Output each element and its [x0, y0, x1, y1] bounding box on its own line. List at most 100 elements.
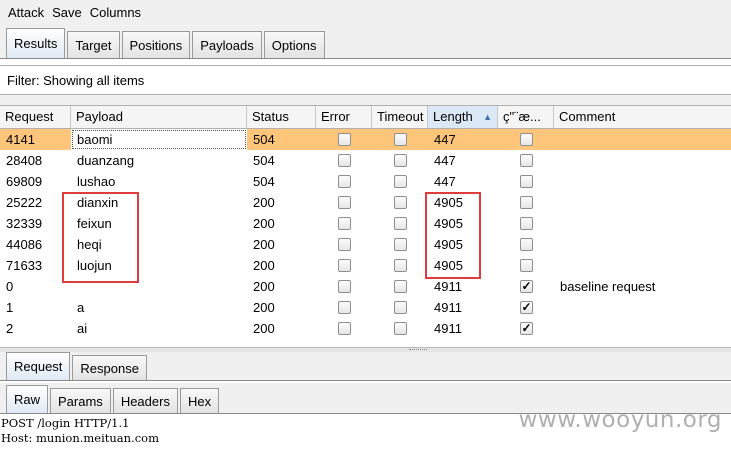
cell-request: 0 [6, 279, 14, 294]
cell-error-checkbox[interactable] [338, 238, 351, 251]
cell-status: 504 [253, 174, 275, 189]
table-row[interactable]: 71633 luojun 200 4905 [0, 255, 731, 276]
cell-timeout-checkbox[interactable] [394, 322, 407, 335]
table-row[interactable]: 32339 feixun 200 4905 [0, 213, 731, 234]
filter-bar[interactable]: Filter: Showing all items [0, 65, 731, 95]
cell-error-checkbox[interactable] [338, 280, 351, 293]
cell-comment [554, 150, 731, 171]
tab-raw[interactable]: Raw [6, 385, 49, 413]
tab-hex[interactable]: Hex [179, 388, 220, 413]
cell-error-checkbox[interactable] [338, 259, 351, 272]
menu-save[interactable]: Save [48, 5, 86, 20]
tab-params[interactable]: Params [50, 388, 111, 413]
cell-request: 4141 [6, 132, 35, 147]
cell-status: 200 [253, 195, 275, 210]
cell-request: 44086 [6, 237, 43, 252]
table-row[interactable]: 0 200 4911 ✓ baseline request [0, 276, 731, 297]
cell-payload [71, 276, 247, 297]
table-row[interactable]: 44086 heqi 200 4905 [0, 234, 731, 255]
cell-length: 447 [434, 153, 456, 168]
col-payload[interactable]: Payload [71, 106, 247, 128]
table-row[interactable]: 25222 dianxin 200 4905 [0, 192, 731, 213]
cell-comment [554, 297, 731, 318]
col-marked[interactable]: ç"¨æ... [498, 106, 554, 128]
cell-status: 200 [253, 300, 275, 315]
cell-error-checkbox[interactable] [338, 217, 351, 230]
cell-error-checkbox[interactable] [338, 301, 351, 314]
tab-target[interactable]: Target [67, 31, 120, 58]
message-tab-strip: Request Response [0, 352, 731, 381]
cell-request: 71633 [6, 258, 43, 273]
cell-error-checkbox[interactable] [338, 322, 351, 335]
table-row[interactable]: 69809 lushao 504 447 [0, 171, 731, 192]
cell-marked-checkbox[interactable] [520, 196, 533, 209]
cell-timeout-checkbox[interactable] [394, 154, 407, 167]
cell-timeout-checkbox[interactable] [394, 280, 407, 293]
cell-timeout-checkbox[interactable] [394, 301, 407, 314]
cell-request: 32339 [6, 216, 43, 231]
col-status[interactable]: Status [247, 106, 316, 128]
cell-length: 447 [434, 174, 456, 189]
cell-marked-checkbox[interactable] [520, 259, 533, 272]
cell-length: 447 [434, 132, 456, 147]
cell-marked-checkbox[interactable] [520, 154, 533, 167]
cell-timeout-checkbox[interactable] [394, 259, 407, 272]
cell-timeout-checkbox[interactable] [394, 238, 407, 251]
tab-results[interactable]: Results [6, 28, 66, 58]
col-length-label: Length [433, 109, 473, 124]
menu-columns[interactable]: Columns [86, 5, 145, 20]
tab-options[interactable]: Options [263, 31, 325, 58]
cell-payload: feixun [77, 216, 112, 231]
cell-timeout-checkbox[interactable] [394, 175, 407, 188]
cell-status: 504 [253, 153, 275, 168]
table-row[interactable]: 4141 baomi 504 447 [0, 129, 731, 150]
col-length[interactable]: Length ▲ [428, 106, 498, 128]
cell-marked-checkbox[interactable] [520, 217, 533, 230]
cell-length: 4905 [434, 237, 463, 252]
table-row[interactable]: 2 ai 200 4911 ✓ [0, 318, 731, 339]
cell-payload: baomi [71, 129, 247, 150]
cell-timeout-checkbox[interactable] [394, 196, 407, 209]
cell-error-checkbox[interactable] [338, 133, 351, 146]
col-timeout[interactable]: Timeout [372, 106, 428, 128]
cell-comment [554, 318, 731, 339]
cell-status: 200 [253, 216, 275, 231]
cell-marked-checkbox[interactable] [520, 133, 533, 146]
cell-length: 4911 [434, 279, 462, 294]
watermark: www.wooyun.org [518, 407, 722, 433]
col-error[interactable]: Error [316, 106, 372, 128]
cell-length: 4905 [434, 195, 463, 210]
cell-error-checkbox[interactable] [338, 175, 351, 188]
tab-positions[interactable]: Positions [121, 31, 191, 58]
results-table: Request Payload Status Error Timeout Len… [0, 105, 731, 348]
cell-timeout-checkbox[interactable] [394, 217, 407, 230]
cell-payload: lushao [77, 174, 116, 189]
table-row[interactable]: 1 a 200 4911 ✓ [0, 297, 731, 318]
tab-response[interactable]: Response [72, 355, 147, 380]
cell-error-checkbox[interactable] [338, 154, 351, 167]
cell-marked-checkbox[interactable] [520, 238, 533, 251]
cell-marked-checkbox[interactable]: ✓ [520, 280, 533, 293]
table-row[interactable]: 28408 duanzang 504 447 [0, 150, 731, 171]
main-tab-strip: Results Target Positions Payloads Option… [0, 24, 731, 59]
cell-length: 4911 [434, 321, 462, 336]
tab-request[interactable]: Request [6, 352, 71, 380]
filter-label: Filter: Showing all items [7, 72, 145, 88]
tab-headers[interactable]: Headers [112, 388, 178, 413]
cell-comment [554, 255, 731, 276]
cell-timeout-checkbox[interactable] [394, 133, 407, 146]
cell-marked-checkbox[interactable]: ✓ [520, 301, 533, 314]
cell-request: 2 [6, 321, 14, 336]
col-comment[interactable]: Comment [554, 106, 731, 128]
menu-bar: Attack Save Columns [0, 0, 731, 24]
cell-error-checkbox[interactable] [338, 196, 351, 209]
cell-marked-checkbox[interactable]: ✓ [520, 322, 533, 335]
table-header: Request Payload Status Error Timeout Len… [0, 106, 731, 129]
menu-attack[interactable]: Attack [4, 5, 48, 20]
tab-payloads[interactable]: Payloads [192, 31, 262, 58]
cell-status: 200 [253, 321, 275, 336]
cell-marked-checkbox[interactable] [520, 175, 533, 188]
cell-payload: a [77, 300, 85, 315]
cell-comment [554, 129, 731, 150]
col-request[interactable]: Request [0, 106, 71, 128]
